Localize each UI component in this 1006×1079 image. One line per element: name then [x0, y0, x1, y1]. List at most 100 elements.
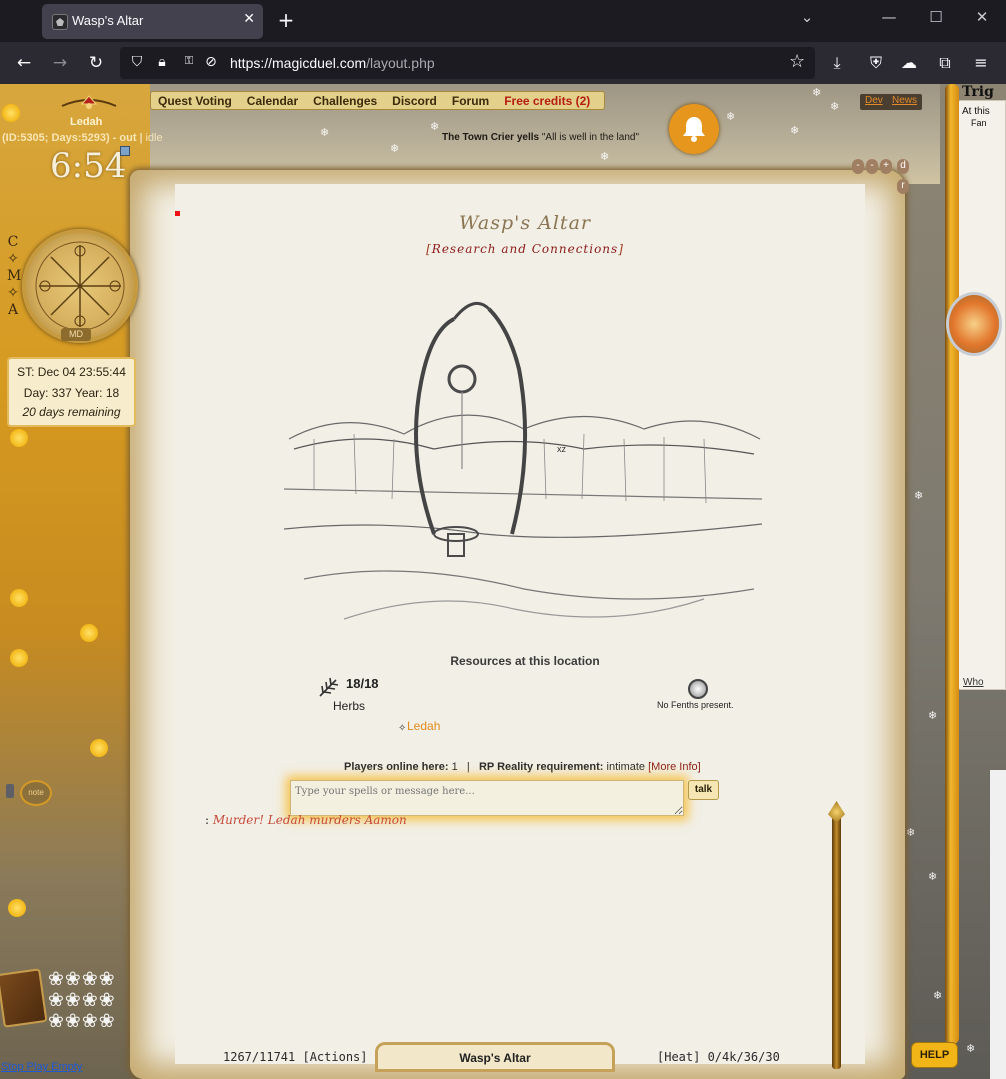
compass-label: MD: [61, 328, 91, 341]
snowflake-decoration: ❄: [812, 86, 822, 99]
spellbook-icon[interactable]: [0, 968, 48, 1028]
forward-icon[interactable]: →: [48, 51, 72, 75]
menu-quest-voting[interactable]: Quest Voting: [158, 94, 232, 108]
player-in-location[interactable]: Ledah: [407, 719, 440, 733]
menu-challenges[interactable]: Challenges: [313, 94, 377, 108]
more-info-link[interactable]: [More Info]: [648, 761, 701, 773]
bookmark-star-icon[interactable]: ☆: [789, 51, 805, 72]
chat-log-message: Murder! Ledah murders Aamon: [212, 813, 407, 827]
zoom-reset-button[interactable]: -: [866, 159, 878, 174]
chat-log-colon: :: [205, 813, 210, 827]
ublock-icon[interactable]: ⛨: [864, 51, 888, 75]
light-orb-decoration: [80, 624, 98, 642]
player-marker-icon: ✧: [398, 723, 407, 734]
back-icon[interactable]: ←: [12, 51, 36, 75]
snowflake-decoration: ❄: [726, 110, 736, 123]
subtitle-link[interactable]: Research and Connections: [432, 242, 618, 256]
zoom-default-button[interactable]: d: [897, 159, 909, 174]
snowflake-decoration: ❄: [320, 126, 330, 139]
notification-bell-button[interactable]: [669, 104, 719, 154]
right-gold-border: [945, 84, 959, 1044]
chat-log: : Murder! Ledah murders Aamon: [205, 813, 407, 827]
side-letters: C ✧ M ✧ A: [7, 234, 21, 319]
player-id-info: (ID:5305; Days:5293) - out | idle: [2, 132, 163, 144]
location-sketch-image: [284, 301, 762, 620]
note-button[interactable]: note: [20, 780, 52, 806]
lock-icon[interactable]: 🔒︎: [153, 54, 171, 70]
side-letter-star: ✧: [7, 285, 19, 301]
status-dot: [175, 211, 180, 216]
extension-cloud-icon[interactable]: ☁: [897, 51, 921, 75]
page-scrollbar[interactable]: [990, 770, 1006, 1079]
zoom-refresh-button[interactable]: r: [897, 179, 909, 194]
extensions-puzzle-icon[interactable]: ⧉: [933, 51, 957, 75]
top-menu: Quest Voting Calendar Challenges Discord…: [150, 91, 605, 110]
players-online-line: Players online here: 1 | RP Reality requ…: [344, 761, 701, 773]
crier-message: "All is well in the land": [541, 132, 639, 143]
snowflake-decoration: ❄: [933, 989, 943, 1002]
tab-list-chevron-icon[interactable]: ⌄: [795, 8, 819, 26]
close-tab-icon[interactable]: ✕: [243, 11, 255, 27]
menu-hamburger-icon[interactable]: ≡: [969, 51, 993, 75]
side-letter-star: ✧: [7, 251, 19, 267]
right-info-card: [957, 100, 1006, 690]
zoom-out-button[interactable]: -: [852, 159, 864, 174]
herb-icon[interactable]: [318, 676, 340, 698]
location-tab[interactable]: Wasp's Altar: [375, 1042, 615, 1072]
permissions-icon[interactable]: ⚿: [180, 54, 198, 68]
snowflake-decoration: ❄: [390, 142, 400, 155]
dev-news-box: Dev News: [860, 94, 922, 110]
actions-counter: 1267/11741 [Actions]: [223, 1050, 368, 1064]
minimize-icon[interactable]: —: [877, 8, 901, 26]
flower-grid-icon[interactable]: ❀❀❀❀ ❀❀❀❀ ❀❀❀❀: [48, 969, 140, 1033]
download-icon[interactable]: ⤓: [825, 51, 849, 75]
new-tab-icon[interactable]: +: [274, 8, 298, 32]
browser-nav-bar: ← → ↻ ⛉ 🔒︎ ⚿ ⊘ https://magicduel.com/lay…: [0, 42, 1006, 84]
side-letter-m[interactable]: M: [7, 268, 21, 285]
browser-tab[interactable]: Wasp's Altar ✕: [42, 4, 263, 39]
player-name[interactable]: Ledah: [70, 116, 102, 128]
snowflake-decoration: ❄: [928, 709, 938, 722]
zoom-in-button[interactable]: +: [880, 159, 892, 174]
whos-online-link[interactable]: Who: [963, 677, 984, 688]
maximize-icon[interactable]: ☐: [924, 8, 948, 26]
game-clock: 6:54: [50, 146, 127, 186]
talk-button[interactable]: talk: [688, 780, 719, 800]
reload-icon[interactable]: ↻: [84, 51, 108, 75]
location-subtitle[interactable]: [Research and Connections]: [395, 242, 655, 256]
clock-settings-icon[interactable]: [120, 146, 130, 156]
menu-free-credits[interactable]: Free credits (2): [504, 94, 590, 108]
herb-label: Herbs: [333, 699, 366, 713]
crown-emblem-icon: [61, 95, 117, 109]
menu-calendar[interactable]: Calendar: [247, 94, 298, 108]
compass-map-button[interactable]: [22, 229, 138, 343]
town-crier: The Town Crier yells "All is well in the…: [442, 132, 639, 143]
news-link[interactable]: News: [892, 95, 917, 106]
left-scroll-handle[interactable]: [6, 784, 14, 798]
logout-link[interactable]: out: [119, 132, 136, 144]
audio-links[interactable]: Stop Play Empty: [1, 1061, 82, 1073]
light-orb-decoration: [8, 899, 26, 917]
side-letter-c[interactable]: C: [7, 234, 19, 251]
side-letter-a[interactable]: A: [7, 302, 19, 319]
url-bar[interactable]: ⛉ 🔒︎ ⚿ ⊘ https://magicduel.com/layout.ph…: [120, 47, 815, 79]
chat-input[interactable]: [290, 780, 684, 816]
divider: |: [466, 761, 470, 773]
site-favicon-icon: [52, 14, 68, 30]
light-orb-decoration: [10, 589, 28, 607]
url-text: https://magicduel.com/layout.php: [230, 55, 435, 71]
right-medallion-icon[interactable]: [946, 292, 1002, 356]
shield-icon[interactable]: ⛉: [128, 54, 146, 70]
right-card-title: Trig: [962, 84, 994, 100]
bell-icon: [683, 117, 705, 142]
menu-forum[interactable]: Forum: [452, 94, 489, 108]
menu-discord[interactable]: Discord: [392, 94, 437, 108]
idle-link[interactable]: idle: [145, 132, 162, 144]
herb-count: 18/18: [346, 676, 379, 691]
tracking-off-icon[interactable]: ⊘: [202, 54, 220, 70]
light-orb-decoration: [10, 649, 28, 667]
close-window-icon[interactable]: ✕: [970, 8, 994, 26]
dev-link[interactable]: Dev: [865, 95, 883, 106]
rp-label: RP Reality requirement:: [478, 761, 604, 773]
help-button[interactable]: HELP: [911, 1042, 958, 1068]
